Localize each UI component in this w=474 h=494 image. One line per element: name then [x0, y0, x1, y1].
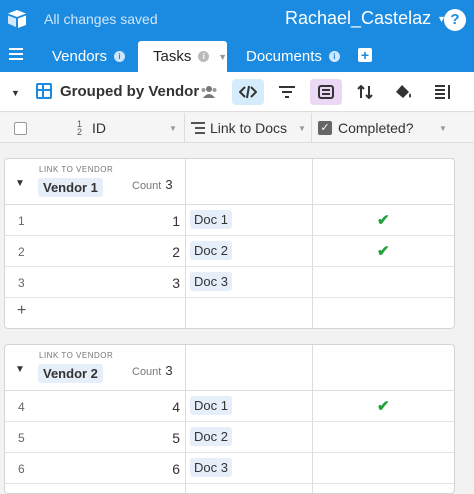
doc-link-chip[interactable]: Doc 1: [190, 396, 232, 415]
table-row[interactable]: 4 4 Doc 1 ✔: [5, 391, 454, 422]
group-header: ▼ LINK TO VENDOR Vendor 1 Count 3: [5, 159, 454, 205]
table-row[interactable]: 6 6 Doc 3: [5, 453, 454, 484]
doc-link-chip[interactable]: Doc 2: [190, 427, 232, 446]
checkmark-icon[interactable]: ✔: [377, 242, 390, 260]
tab-label: Vendors: [52, 48, 108, 65]
row-number: 1: [18, 214, 25, 228]
group-name: Vendor 2: [38, 364, 103, 383]
table-row[interactable]: 5 5 Doc 2: [5, 422, 454, 453]
info-icon[interactable]: i: [114, 51, 126, 62]
id-cell[interactable]: 4: [105, 399, 180, 415]
tab-documents[interactable]: Documents i: [246, 41, 340, 72]
id-cell[interactable]: 1: [105, 213, 180, 229]
group-header: ▼ LINK TO VENDOR Vendor 2 Count 3: [5, 345, 454, 391]
add-table-button[interactable]: +: [358, 48, 372, 62]
chevron-down-icon[interactable]: ▼: [298, 124, 306, 133]
doc-link-chip[interactable]: Doc 2: [190, 241, 232, 260]
group-count: Count 3: [132, 177, 173, 192]
id-cell[interactable]: 6: [105, 461, 180, 477]
grid-view-icon: [36, 83, 52, 99]
select-all-checkbox[interactable]: [14, 121, 27, 135]
row-number: 6: [18, 462, 25, 476]
header-link-to-docs[interactable]: Link to Docs ▼: [185, 113, 312, 143]
tab-label: Documents: [246, 48, 322, 65]
checkmark-icon[interactable]: ✔: [377, 211, 390, 229]
group-icon: [318, 85, 334, 99]
table-row[interactable]: 3 3 Doc 3: [5, 267, 454, 298]
hide-fields-button[interactable]: [232, 79, 264, 105]
add-row-button[interactable]: +: [5, 298, 454, 328]
caret-down-icon[interactable]: ▼: [11, 88, 20, 98]
header-id[interactable]: 12 ID ▼: [0, 113, 185, 143]
row-number: 3: [18, 276, 25, 290]
filter-icon: [279, 86, 295, 98]
checkbox-field-icon: ✓: [318, 121, 332, 135]
row-height-icon: [435, 85, 450, 99]
row-height-button[interactable]: [427, 79, 459, 105]
doc-link-chip[interactable]: Doc 1: [190, 210, 232, 229]
filter-button[interactable]: [271, 79, 303, 105]
collapse-caret-icon[interactable]: ▼: [15, 178, 25, 189]
header-completed[interactable]: ✓ Completed? ▼: [312, 113, 460, 143]
sort-button[interactable]: [349, 79, 381, 105]
table-row[interactable]: 2 2 Doc 2 ✔: [5, 236, 454, 267]
number-field-icon: 12: [77, 119, 83, 137]
group-vendor-2: ▼ LINK TO VENDOR Vendor 2 Count 3 4 4 Doc…: [4, 344, 455, 494]
id-cell[interactable]: 3: [105, 275, 180, 291]
table-tabs: Vendors i Tasks i ▼ Documents i +: [0, 38, 474, 72]
paint-bucket-icon: [396, 85, 411, 98]
user-name: Rachael_Castelaz: [285, 8, 432, 28]
user-menu[interactable]: Rachael_Castelaz ▼: [285, 8, 446, 29]
view-toolbar: ▼ Grouped by Vendor: [0, 72, 474, 112]
tab-label: Tasks: [153, 48, 192, 65]
chevron-down-icon[interactable]: ▼: [439, 124, 447, 133]
hamburger-menu-icon[interactable]: [9, 48, 23, 60]
tab-tasks[interactable]: Tasks i ▼: [138, 41, 227, 72]
code-icon: [239, 85, 257, 99]
chevron-down-icon[interactable]: ▼: [218, 52, 227, 62]
collapse-caret-icon[interactable]: ▼: [15, 364, 25, 375]
column-label: Completed?: [338, 120, 414, 136]
info-icon[interactable]: i: [328, 51, 340, 62]
view-name[interactable]: Grouped by Vendor: [60, 83, 199, 100]
column-label: ID: [92, 120, 106, 136]
sort-icon: [357, 85, 373, 99]
group-vendor-1: ▼ LINK TO VENDOR Vendor 1 Count 3 1 1 Doc…: [4, 158, 455, 329]
doc-link-chip[interactable]: Doc 3: [190, 458, 232, 477]
group-field-label: LINK TO VENDOR: [39, 165, 114, 174]
chevron-down-icon[interactable]: ▼: [169, 124, 177, 133]
id-cell[interactable]: 2: [105, 244, 180, 260]
group-button[interactable]: [310, 79, 342, 105]
collaborators-button[interactable]: [193, 79, 225, 105]
table-row[interactable]: 1 1 Doc 1 ✔: [5, 205, 454, 236]
group-name: Vendor 1: [38, 178, 103, 197]
row-number: 5: [18, 431, 25, 445]
group-field-label: LINK TO VENDOR: [39, 351, 114, 360]
app-header: All changes saved Rachael_Castelaz ▼ ?: [0, 0, 474, 38]
tab-vendors[interactable]: Vendors i: [52, 41, 126, 72]
doc-link-chip[interactable]: Doc 3: [190, 272, 232, 291]
column-header-row: 12 ID ▼ Link to Docs ▼ ✓ Completed? ▼: [0, 113, 474, 143]
people-icon: [201, 86, 217, 98]
save-status: All changes saved: [44, 11, 158, 27]
plus-icon[interactable]: +: [17, 302, 26, 320]
airtable-logo-icon[interactable]: [6, 8, 28, 30]
info-icon[interactable]: i: [198, 51, 210, 62]
color-button[interactable]: [388, 79, 420, 105]
link-field-icon: [191, 122, 205, 134]
id-cell[interactable]: 5: [105, 430, 180, 446]
row-number: 4: [18, 400, 25, 414]
help-button[interactable]: ?: [444, 9, 466, 31]
group-count: Count 3: [132, 363, 173, 378]
checkmark-icon[interactable]: ✔: [377, 397, 390, 415]
column-label: Link to Docs: [210, 120, 288, 136]
row-number: 2: [18, 245, 25, 259]
